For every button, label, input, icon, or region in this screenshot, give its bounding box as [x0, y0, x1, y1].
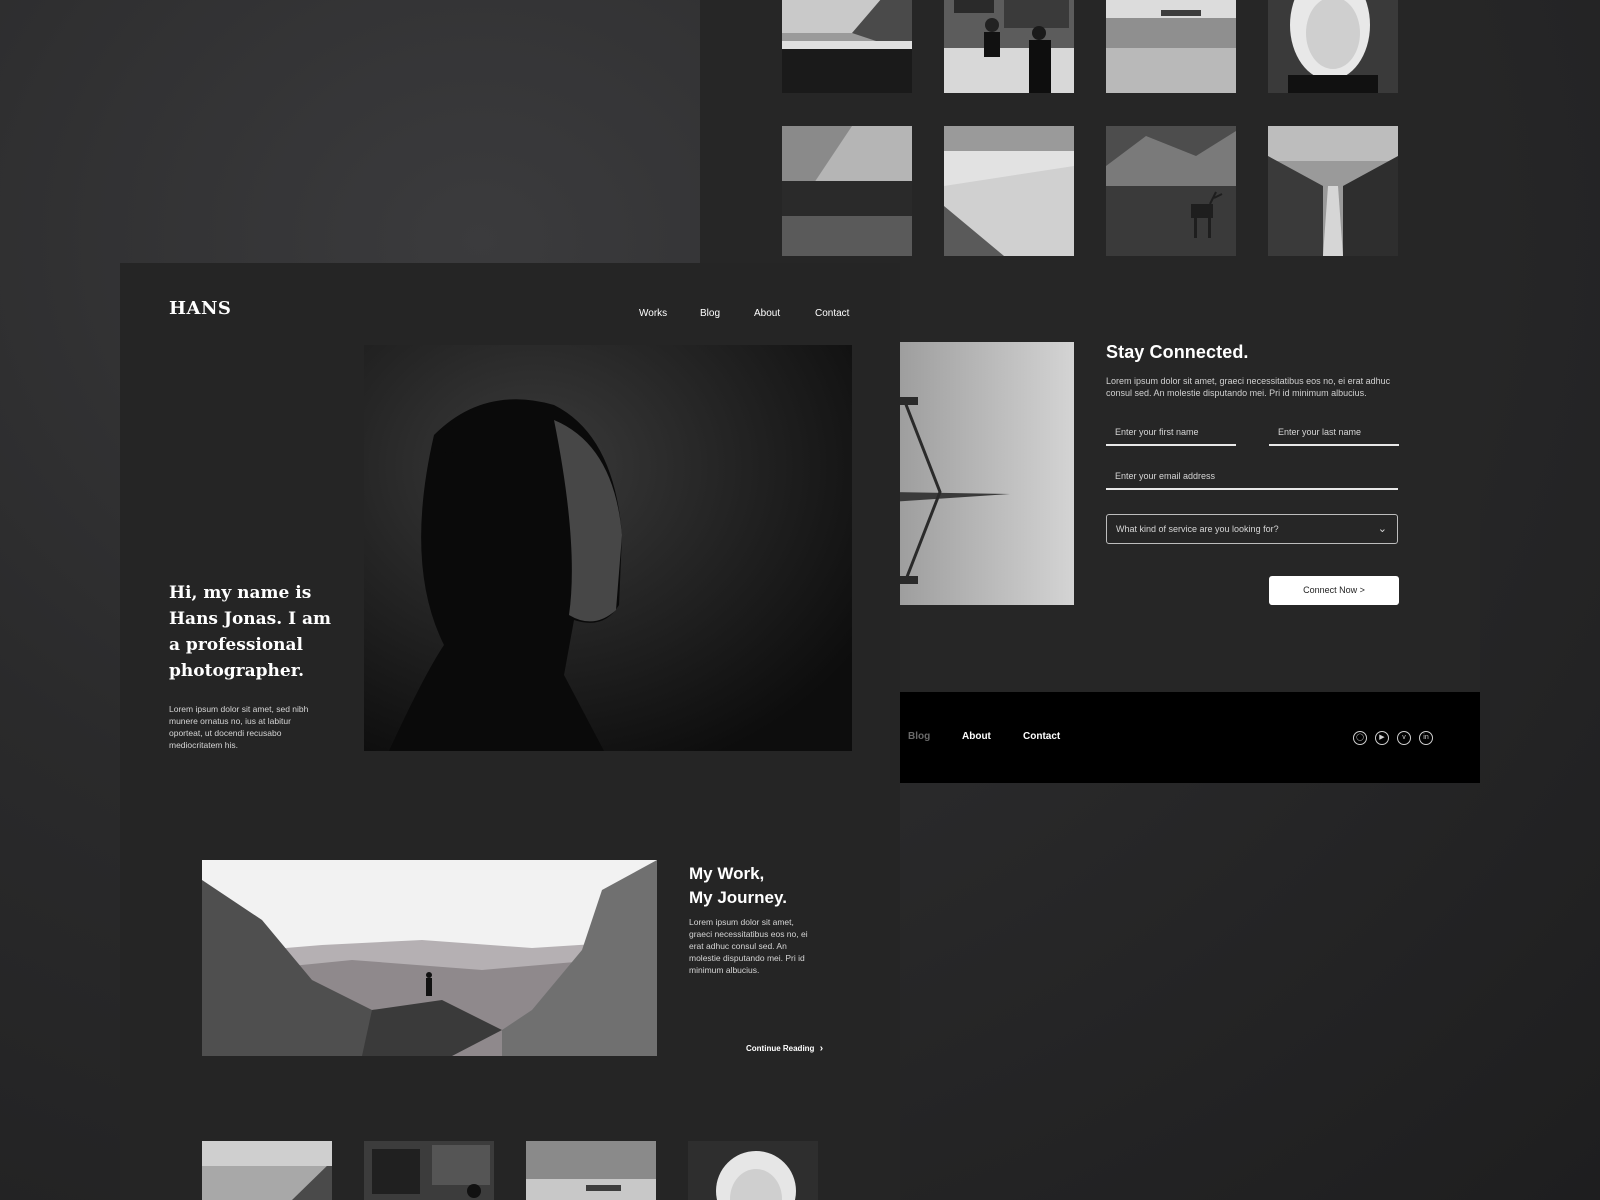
email-field[interactable]: Enter your email address — [1106, 468, 1398, 490]
gallery-photo-deer[interactable] — [1106, 126, 1236, 256]
front-gallery-photo-coast[interactable] — [202, 1141, 332, 1200]
first-name-field[interactable]: Enter your first name — [1106, 424, 1236, 446]
nav-about[interactable]: About — [754, 308, 780, 319]
service-select-label: What kind of service are you looking for… — [1116, 524, 1279, 534]
nav-contact[interactable]: Contact — [815, 308, 849, 319]
front-gallery-photo-bakery[interactable] — [364, 1141, 494, 1200]
hero-title: Hi, my name is Hans Jonas. I am a profes… — [169, 583, 331, 681]
work-journey-photo — [202, 860, 657, 1056]
gallery-photo-dunes[interactable] — [944, 126, 1074, 256]
front-gallery-photo-beach[interactable] — [526, 1141, 656, 1200]
service-select[interactable]: What kind of service are you looking for… — [1106, 514, 1398, 544]
vimeo-icon[interactable]: v — [1397, 731, 1411, 745]
gallery-photo-beach[interactable] — [1106, 0, 1236, 93]
hero-portrait-photo — [364, 345, 852, 751]
footer-link-blog[interactable]: Blog — [908, 731, 930, 742]
gallery-photo-portrait-woman[interactable] — [1268, 0, 1398, 93]
instagram-icon[interactable]: ◯ — [1353, 731, 1367, 745]
stay-connected-text: Lorem ipsum dolor sit amet, graeci neces… — [1106, 376, 1391, 398]
nav-blog[interactable]: Blog — [700, 308, 720, 319]
continue-reading-link[interactable]: Continue Reading › — [746, 1043, 823, 1054]
footer-link-about[interactable]: About — [962, 731, 991, 742]
nav-works[interactable]: Works — [639, 308, 667, 319]
front-page: HANS Works Blog About Contact Hi, my nam… — [120, 263, 900, 1200]
youtube-icon[interactable]: ▶ — [1375, 731, 1389, 745]
work-journey-text: Lorem ipsum dolor sit amet, graeci neces… — [689, 917, 808, 975]
gallery-photo-forest-lake[interactable] — [782, 126, 912, 256]
stay-connected-title: Stay Connected. — [1106, 342, 1249, 362]
front-gallery-photo-portrait[interactable] — [688, 1141, 818, 1200]
gallery-photo-coast-cliff[interactable] — [782, 0, 912, 93]
work-title-line2: My Journey. — [689, 888, 787, 907]
last-name-field[interactable]: Enter your last name — [1269, 424, 1399, 446]
continue-reading-label: Continue Reading — [746, 1044, 815, 1053]
gallery-photo-japanese-street[interactable] — [1268, 126, 1398, 256]
chevron-down-icon: ⌄ — [1377, 523, 1387, 535]
hero-text: Lorem ipsum dolor sit amet, sed nibh mun… — [169, 704, 309, 750]
logo[interactable]: HANS — [169, 298, 231, 319]
linkedin-icon[interactable]: in — [1419, 731, 1433, 745]
chevron-right-icon: › — [819, 1043, 824, 1054]
work-title-line1: My Work, — [689, 864, 765, 883]
gallery-photo-bakery[interactable] — [944, 0, 1074, 93]
work-journey-title: My Work, My Journey. — [689, 862, 829, 910]
connect-now-button[interactable]: Connect Now > — [1269, 576, 1399, 605]
footer-link-contact[interactable]: Contact — [1023, 731, 1060, 742]
